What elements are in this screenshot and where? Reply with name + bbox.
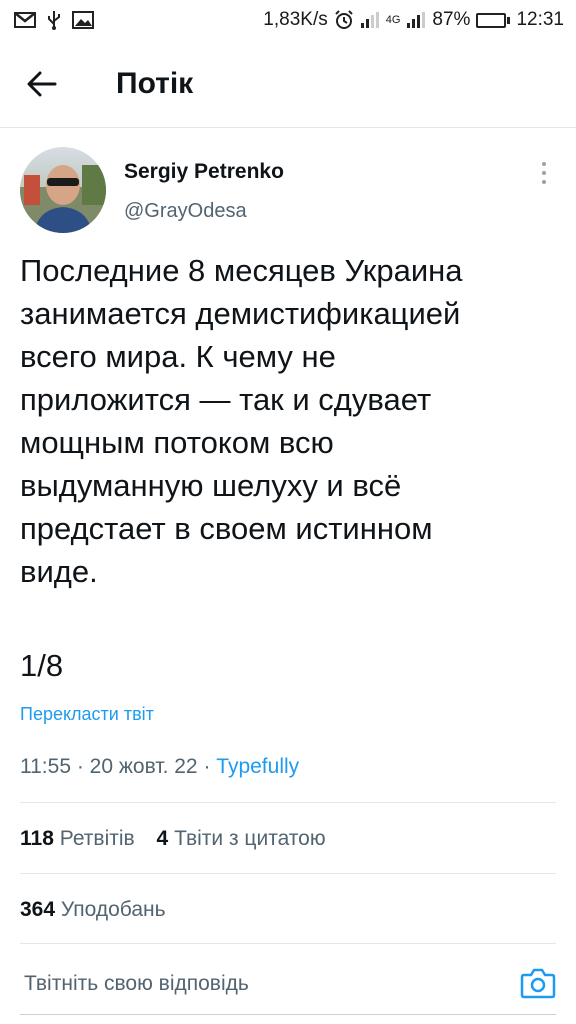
thread-counter: 1/8: [20, 648, 64, 683]
tweet-source-link[interactable]: Typefully: [216, 755, 299, 778]
status-right-icons: 1,83K/s 4G 87% 12:31: [263, 9, 564, 31]
more-dot: [542, 180, 546, 184]
signal-icon: [360, 11, 380, 29]
page-title: Потік: [116, 67, 194, 100]
likes-stat[interactable]: 364 Уподобань: [20, 898, 166, 921]
clock: 12:31: [516, 9, 564, 30]
camera-icon: [520, 968, 556, 999]
alarm-icon: [334, 10, 354, 30]
tweet-time: 11:55: [20, 755, 71, 778]
author-handle[interactable]: @GrayOdesa: [124, 200, 247, 223]
reply-underline: [20, 1014, 556, 1015]
quotes-stat[interactable]: 4 Твіти з цитатою: [157, 827, 326, 850]
app-header: Потік: [0, 40, 576, 128]
retweets-stat[interactable]: 118 Ретвітів: [20, 827, 135, 850]
signal-icon-2: [406, 11, 426, 29]
meta-separator: ·: [76, 755, 90, 778]
status-left-icons: [14, 10, 94, 30]
network-speed: 1,83K/s: [263, 9, 328, 30]
more-dot: [542, 162, 546, 166]
battery-percent: 87%: [432, 9, 471, 30]
avatar[interactable]: [20, 147, 106, 233]
divider: [20, 802, 556, 803]
retweets-count: 118: [20, 827, 54, 850]
likes-label: Уподобань: [60, 898, 166, 921]
status-bar: 1,83K/s 4G 87% 12:31: [0, 0, 576, 40]
meta-separator: ·: [203, 755, 217, 778]
back-button[interactable]: [22, 66, 62, 102]
reply-input[interactable]: Твітніть свою відповідь: [24, 972, 249, 996]
retweet-stats: 118 Ретвітів 4 Твіти з цитатою: [20, 827, 342, 851]
tweet-date: 20 жовт. 22: [89, 755, 198, 778]
gmail-icon: [14, 11, 36, 29]
usb-icon: [46, 10, 62, 30]
likes-stats: 364 Уподобань: [20, 898, 182, 922]
more-options-button[interactable]: [532, 160, 556, 186]
battery-icon: [476, 12, 511, 28]
tweet-meta: 11:55 · 20 жовт. 22 · Typefully: [20, 755, 299, 779]
network-type: 4G: [385, 14, 401, 26]
more-dot: [542, 171, 546, 175]
arrow-left-icon: [27, 71, 57, 97]
translate-tweet-link[interactable]: Перекласти твіт: [20, 704, 154, 725]
tweet-text: Последние 8 месяцев Украина занимается д…: [20, 253, 463, 589]
quotes-label: Твіти з цитатою: [174, 827, 326, 850]
retweets-label: Ретвітів: [59, 827, 135, 850]
quotes-count: 4: [156, 827, 169, 850]
divider: [20, 943, 556, 944]
camera-button[interactable]: [520, 966, 556, 1002]
gallery-icon: [72, 11, 94, 29]
likes-count: 364: [20, 898, 56, 921]
author-name[interactable]: Sergiy Petrenko: [124, 160, 284, 184]
divider: [20, 873, 556, 874]
